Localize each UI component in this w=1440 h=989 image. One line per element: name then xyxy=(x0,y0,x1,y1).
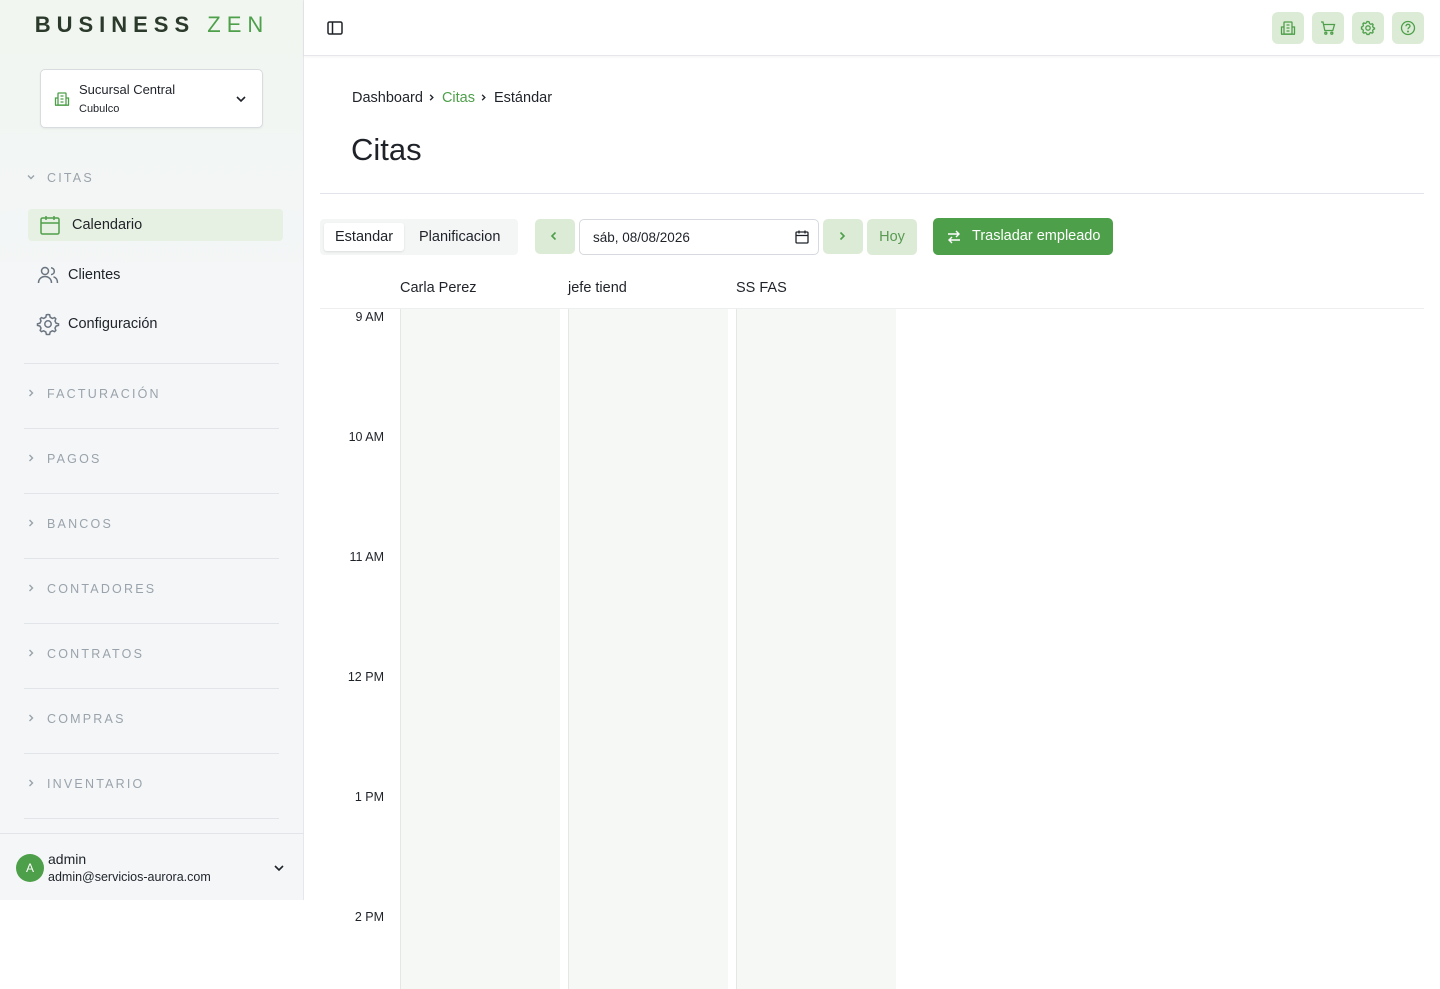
next-day-button[interactable] xyxy=(823,219,863,254)
help-button[interactable] xyxy=(1392,12,1424,44)
gear-icon xyxy=(36,313,60,336)
time-slot-label: 12 PM xyxy=(347,670,384,684)
divider xyxy=(24,688,279,689)
section-bancos[interactable]: BANCOS xyxy=(26,517,113,531)
section-pagos[interactable]: PAGOS xyxy=(26,452,102,466)
time-slot-label: 9 AM xyxy=(355,310,385,324)
divider xyxy=(24,753,279,754)
swap-arrows-icon xyxy=(948,230,960,244)
help-icon xyxy=(1400,20,1416,36)
breadcrumb-dashboard[interactable]: Dashboard xyxy=(352,90,423,106)
section-label: FACTURACIÓN xyxy=(47,387,161,401)
chevron-down-icon xyxy=(236,96,246,103)
section-label: BANCOS xyxy=(47,517,113,531)
chevron-left-icon xyxy=(550,231,557,241)
divider xyxy=(24,363,279,364)
chevron-right-icon xyxy=(26,778,38,791)
view-option-estandar[interactable]: Estandar xyxy=(324,223,405,251)
logo-text-zen: ZEN xyxy=(207,12,270,37)
employee-column[interactable] xyxy=(400,309,560,989)
transfer-employee-button[interactable]: Trasladar empleado xyxy=(933,218,1113,255)
chevron-down-icon xyxy=(274,865,284,872)
chevron-right-icon xyxy=(839,231,846,241)
view-option-planificacion[interactable]: Planificacion xyxy=(408,223,511,251)
branch-selector[interactable]: Sucursal Central Cubulco xyxy=(40,69,263,128)
today-button[interactable]: Hoy xyxy=(867,219,917,255)
section-label: CONTRATOS xyxy=(47,647,145,661)
chevron-right-icon xyxy=(427,90,436,105)
building-icon xyxy=(54,92,70,106)
user-name: admin xyxy=(48,851,87,867)
employee-column-header: jefe tiend xyxy=(568,280,627,296)
sidebar-item-calendario[interactable]: Calendario xyxy=(28,209,283,241)
divider xyxy=(320,193,1424,194)
cart-icon xyxy=(1321,21,1336,35)
breadcrumb: Dashboard Citas Estándar xyxy=(352,90,552,106)
section-citas-label: CITAS xyxy=(47,171,94,185)
app-logo[interactable]: BUSINESS ZEN xyxy=(0,12,304,38)
section-label: INVENTARIO xyxy=(47,777,145,791)
page-title: Citas xyxy=(351,132,422,167)
settings-button[interactable] xyxy=(1352,12,1384,44)
section-label: CONTADORES xyxy=(47,582,157,596)
section-label: PAGOS xyxy=(47,452,102,466)
user-menu[interactable]: A admin admin@servicios-aurora.com xyxy=(0,833,304,900)
employee-column[interactable] xyxy=(736,309,896,989)
chevron-right-icon xyxy=(26,453,38,466)
prev-day-button[interactable] xyxy=(535,219,575,254)
section-compras[interactable]: COMPRAS xyxy=(26,712,126,726)
sidebar-item-label: Configuración xyxy=(68,316,158,332)
top-bar xyxy=(304,0,1440,56)
sidebar: BUSINESS ZEN Sucursal Central Cubulco CI… xyxy=(0,0,304,900)
sidebar-item-label: Calendario xyxy=(72,217,143,233)
chevron-right-icon xyxy=(26,388,38,401)
branch-button[interactable] xyxy=(1272,12,1304,44)
time-slot-label: 2 PM xyxy=(354,910,384,924)
section-label: COMPRAS xyxy=(47,712,126,726)
sidebar-toggle-icon[interactable] xyxy=(326,19,344,37)
section-contratos[interactable]: CONTRATOS xyxy=(26,647,144,661)
section-facturacion[interactable]: FACTURACIÓN xyxy=(26,387,161,401)
chevron-right-icon xyxy=(26,518,38,531)
time-slot-label: 1 PM xyxy=(354,790,384,804)
chevron-right-icon xyxy=(26,648,38,661)
chevron-right-icon xyxy=(26,713,38,726)
section-contadores[interactable]: CONTADORES xyxy=(26,582,156,596)
transfer-employee-label: Trasladar empleado xyxy=(972,228,1101,244)
branch-location: Cubulco xyxy=(79,103,120,115)
time-slot-label: 10 AM xyxy=(348,430,384,444)
sidebar-item-clientes[interactable]: Clientes xyxy=(28,259,283,291)
divider xyxy=(24,623,279,624)
building-icon xyxy=(1280,21,1296,35)
chevron-down-icon xyxy=(26,172,38,185)
employee-column[interactable] xyxy=(568,309,728,989)
users-icon xyxy=(37,266,59,284)
date-input[interactable]: sáb, 08/08/2026 xyxy=(579,219,819,255)
user-email: admin@servicios-aurora.com xyxy=(48,870,211,884)
section-inventario[interactable]: INVENTARIO xyxy=(26,777,144,791)
gear-icon xyxy=(1360,20,1376,36)
calendar-icon[interactable] xyxy=(794,229,810,245)
sidebar-item-configuracion[interactable]: Configuración xyxy=(28,308,283,340)
divider xyxy=(24,818,279,819)
divider xyxy=(24,493,279,494)
cart-button[interactable] xyxy=(1312,12,1344,44)
section-citas[interactable]: CITAS xyxy=(26,171,94,185)
breadcrumb-citas[interactable]: Citas xyxy=(442,90,475,106)
date-value: sáb, 08/08/2026 xyxy=(593,230,690,245)
calendar-icon xyxy=(40,216,60,235)
branch-name: Sucursal Central xyxy=(79,82,176,97)
divider xyxy=(24,558,279,559)
divider xyxy=(24,428,279,429)
logo-text-business: BUSINESS xyxy=(34,12,196,37)
breadcrumb-current: Estándar xyxy=(493,90,553,106)
time-slot-label: 11 AM xyxy=(349,550,384,564)
avatar: A xyxy=(16,854,44,882)
employee-column-header: SS FAS xyxy=(736,280,787,296)
employee-column-header: Carla Perez xyxy=(400,280,477,296)
sidebar-item-label: Clientes xyxy=(68,267,121,283)
chevron-right-icon xyxy=(479,90,488,105)
view-toggle: Estandar Planificacion xyxy=(320,219,518,255)
chevron-right-icon xyxy=(26,583,38,596)
